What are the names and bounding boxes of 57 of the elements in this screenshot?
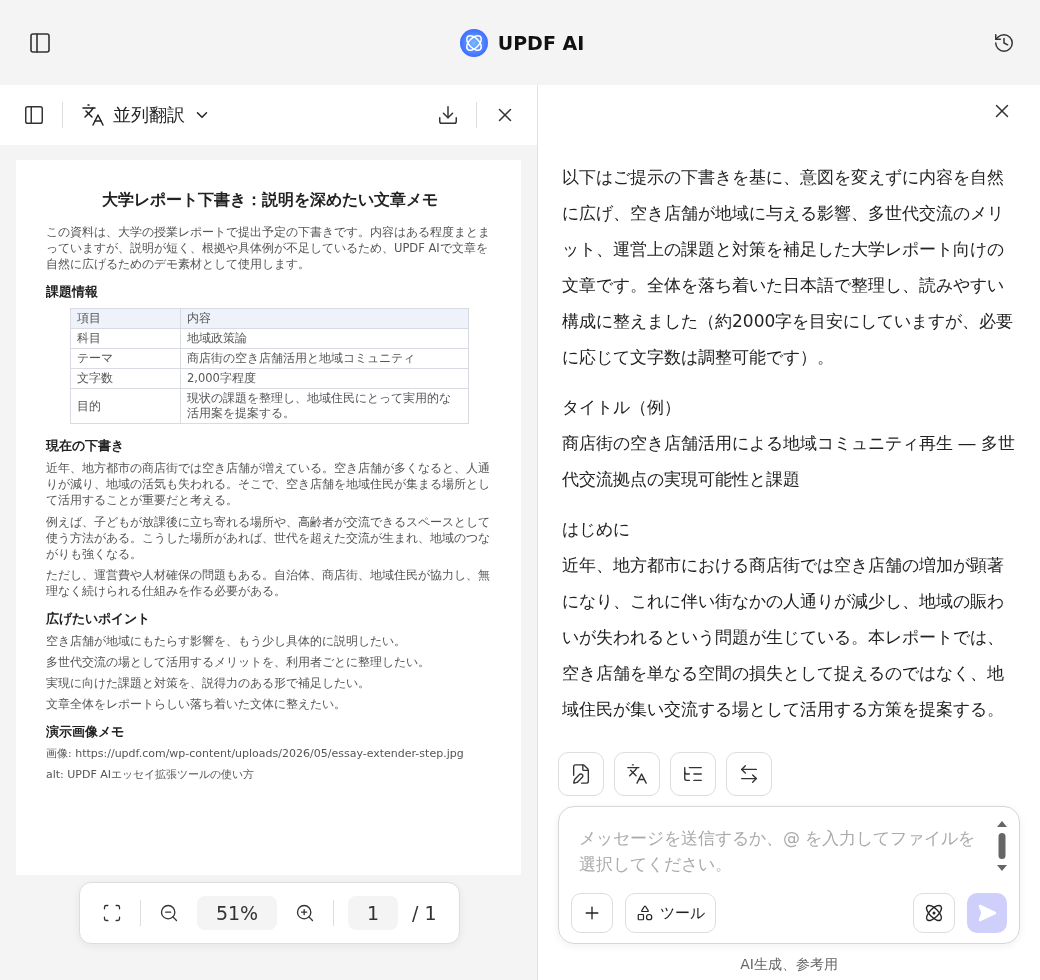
zoom-level[interactable]: 51%	[197, 896, 277, 930]
document-heading: 課題情報	[46, 283, 99, 302]
history-icon	[993, 31, 1015, 54]
document-title: 大学レポート下書き：説明を深めたい文章メモ	[100, 190, 439, 211]
arrows-icon	[738, 763, 760, 785]
add-button[interactable]	[571, 893, 613, 933]
scan-icon	[102, 903, 122, 923]
document-paragraph: 文章全体をレポートらしい落ち着いた文体に整えたい。	[46, 696, 347, 713]
table-cell: 科目	[70, 328, 181, 349]
translate-button[interactable]	[614, 752, 660, 796]
document-paragraph: 多世代交流の場として活用するメリットを、利用者ごとに整理したい。	[46, 654, 431, 671]
translation-mode-dropdown[interactable]: 並列翻訳	[77, 103, 215, 127]
response-text: はじめに	[562, 518, 631, 541]
translate-icon	[81, 103, 105, 127]
response-text: タイトル（例）	[562, 396, 682, 419]
message-input-box[interactable]: メッセージを送信するか、@ を入力してファイルを選択してください。 ツール	[558, 806, 1020, 944]
sidebar-icon	[28, 30, 52, 55]
shapes-icon	[636, 904, 654, 922]
document-heading: 広げたいポイント	[46, 610, 151, 629]
outline-button[interactable]	[670, 752, 716, 796]
scrollbar-icon	[997, 821, 1007, 871]
table-cell: 現状の課題を整理し、地域住民にとって実用的な活用案を提案する。	[180, 388, 469, 424]
document-heading: 演示画像メモ	[46, 723, 125, 742]
download-icon	[437, 104, 459, 126]
response-text: 商店街の空き店舗活用による地域コミュニティ再生 ― 多世代交流拠点の実現可能性と課題	[562, 432, 1016, 491]
response-text: 近年、地方都市における商店街では空き店舗の増加が顕著になり、これに伴い街なかの人通りが減少し、地域の賑わいが失われるという問題が生じている。本レポートでは、空き店舗を単なる空間の損失として捉えるのではなく、地域住民が集い交流する場として活用する方策を提案する。	[562, 554, 1005, 721]
zoom-out-icon	[159, 903, 179, 923]
table-cell: 目的	[70, 388, 181, 424]
page-number-field[interactable]: 1	[348, 896, 398, 930]
app-title: UPDF AI	[497, 31, 585, 54]
tools-button[interactable]: ツール	[625, 893, 716, 933]
document-heading: 現在の下書き	[46, 437, 125, 456]
table-cell: 文字数	[70, 368, 181, 389]
document-paragraph: 実現に向けた課題と対策を、説得力のある形で補足したい。	[46, 675, 371, 692]
table-cell: テーマ	[70, 348, 181, 369]
note-line: alt: UPDF AIエッセイ拡張ツールの使い方	[46, 766, 256, 783]
response-text: 以下はご提示の下書きを基に、意図を変えずに内容を自然に広げ、空き店舗が地域に与える影響、多世代交流のメリット、運営上の課題と対策を補足した大学レポート向けの文章です。全体を落ち着いた日本語で整理し、読みやすい構成に整えました（約2000字を目安にしていますが、必要に応じて文字数は調整可能です）。	[562, 166, 1015, 369]
note-line: 画像: https://updf.com/wp-content/uploads/2026/05/essay-extender-step.jpg	[46, 746, 465, 762]
file-pen-icon	[570, 763, 592, 785]
document-paragraph: 空き店舗が地域にもたらす影響を、もう少し具体的に説明したい。	[46, 633, 407, 650]
document-paragraph: ただし、運営費や人材確保の問題もある。自治体、商店街、地域住民が協力し、無理なく続けられる仕組みを作る必要がある。	[46, 566, 491, 600]
page-total: / 1	[412, 902, 437, 924]
document-paragraph: 近年、地方都市の商店街では空き店舗が増えている。空き店舗が多くなると、人通りが減り、地域の活気も失われる。そこで、空き店舗を地域住民が集まる場所として活用することが重要だと考える。	[46, 460, 491, 509]
table-header-cell: 項目	[70, 308, 181, 329]
translate-icon	[626, 763, 648, 785]
summarize-button[interactable]	[558, 752, 604, 796]
table-header-cell: 内容	[180, 308, 469, 329]
zoom-in-icon	[295, 903, 315, 923]
send-icon	[977, 903, 997, 923]
disclaimer-text: AI生成、参考用	[739, 955, 839, 974]
atom-icon	[924, 903, 944, 923]
convert-button[interactable]	[726, 752, 772, 796]
atom-button[interactable]	[913, 893, 955, 933]
document-paragraph: 例えば、子どもが放課後に立ち寄れる場所や、高齢者が交流できるスペースとして使う方法がある。こうした場所があれば、世代を超えた交流が生まれ、地域のつながりも強くなる。	[46, 513, 491, 562]
document-paragraph: この資料は、大学の授業レポートで提出予定の下書きです。内容はある程度まとまっていますが、説明が短く、根拠や具体例が不足しているため、UPDF AIで文章を自然に広げるためのデモ素材として使用します。	[46, 224, 491, 273]
sidebar-icon	[23, 104, 45, 126]
logo-icon	[459, 28, 488, 57]
